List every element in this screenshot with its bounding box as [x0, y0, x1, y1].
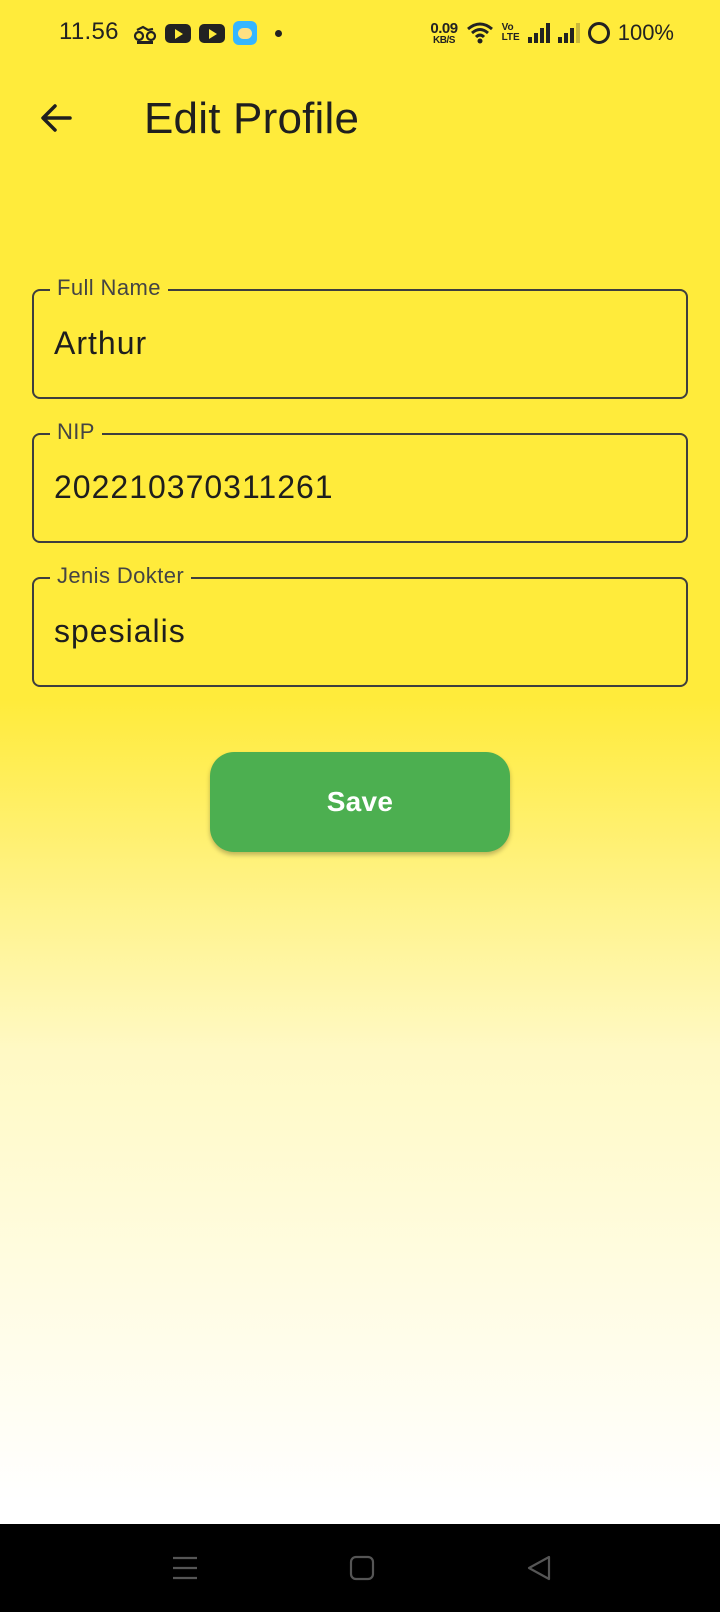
full-name-input[interactable] [54, 325, 654, 362]
jenis-dokter-label: Jenis Dokter [50, 562, 192, 590]
jenis-dokter-field[interactable]: Jenis Dokter [32, 562, 688, 687]
arrow-back-icon [41, 104, 72, 132]
notification-icons [133, 20, 282, 46]
motorbike-app-icon [133, 25, 157, 44]
signal-icon [527, 23, 550, 43]
menu-button[interactable] [165, 1550, 205, 1586]
nip-label: NIP [50, 418, 102, 446]
notification-dot-icon [275, 29, 282, 37]
network-speed: 0.09 KB/S [430, 19, 458, 46]
network-speed-value: 0.09 [430, 19, 458, 37]
wifi-icon [466, 22, 493, 44]
jenis-dokter-input[interactable] [54, 613, 654, 650]
app-bar: Edit Profile [0, 66, 720, 174]
battery-percent: 100% [617, 20, 674, 45]
system-icons: 0.09 KB/S Vo LTE 100% [430, 18, 674, 48]
home-button[interactable] [342, 1550, 382, 1586]
youtube-icon [165, 23, 191, 43]
youtube-icon [199, 23, 225, 43]
volte-bottom: LTE [501, 32, 520, 43]
full-name-label: Full Name [50, 274, 168, 302]
full-name-field[interactable]: Full Name [32, 274, 688, 399]
kids-app-icon [233, 21, 257, 45]
nip-field[interactable]: NIP [32, 418, 688, 543]
volte-icon: Vo LTE [502, 23, 520, 43]
save-button[interactable]: Save [210, 752, 510, 852]
back-button[interactable] [30, 92, 82, 144]
page-title: Edit Profile [144, 94, 360, 143]
home-icon [349, 1555, 375, 1581]
back-triangle-icon [527, 1555, 551, 1581]
screen: 11.56 0.09 KB/S Vo LTE 100% Edit Profile… [0, 0, 720, 1612]
menu-icon [173, 1556, 197, 1580]
nip-input[interactable] [54, 469, 654, 506]
nav-back-button[interactable] [519, 1550, 559, 1586]
system-nav-bar [0, 1524, 720, 1612]
status-time: 11.56 [59, 18, 119, 45]
network-speed-unit: KB/S [433, 34, 455, 46]
signal-icon [557, 23, 580, 43]
status-bar: 11.56 0.09 KB/S Vo LTE 100% [0, 0, 720, 66]
battery-icon [587, 22, 610, 44]
